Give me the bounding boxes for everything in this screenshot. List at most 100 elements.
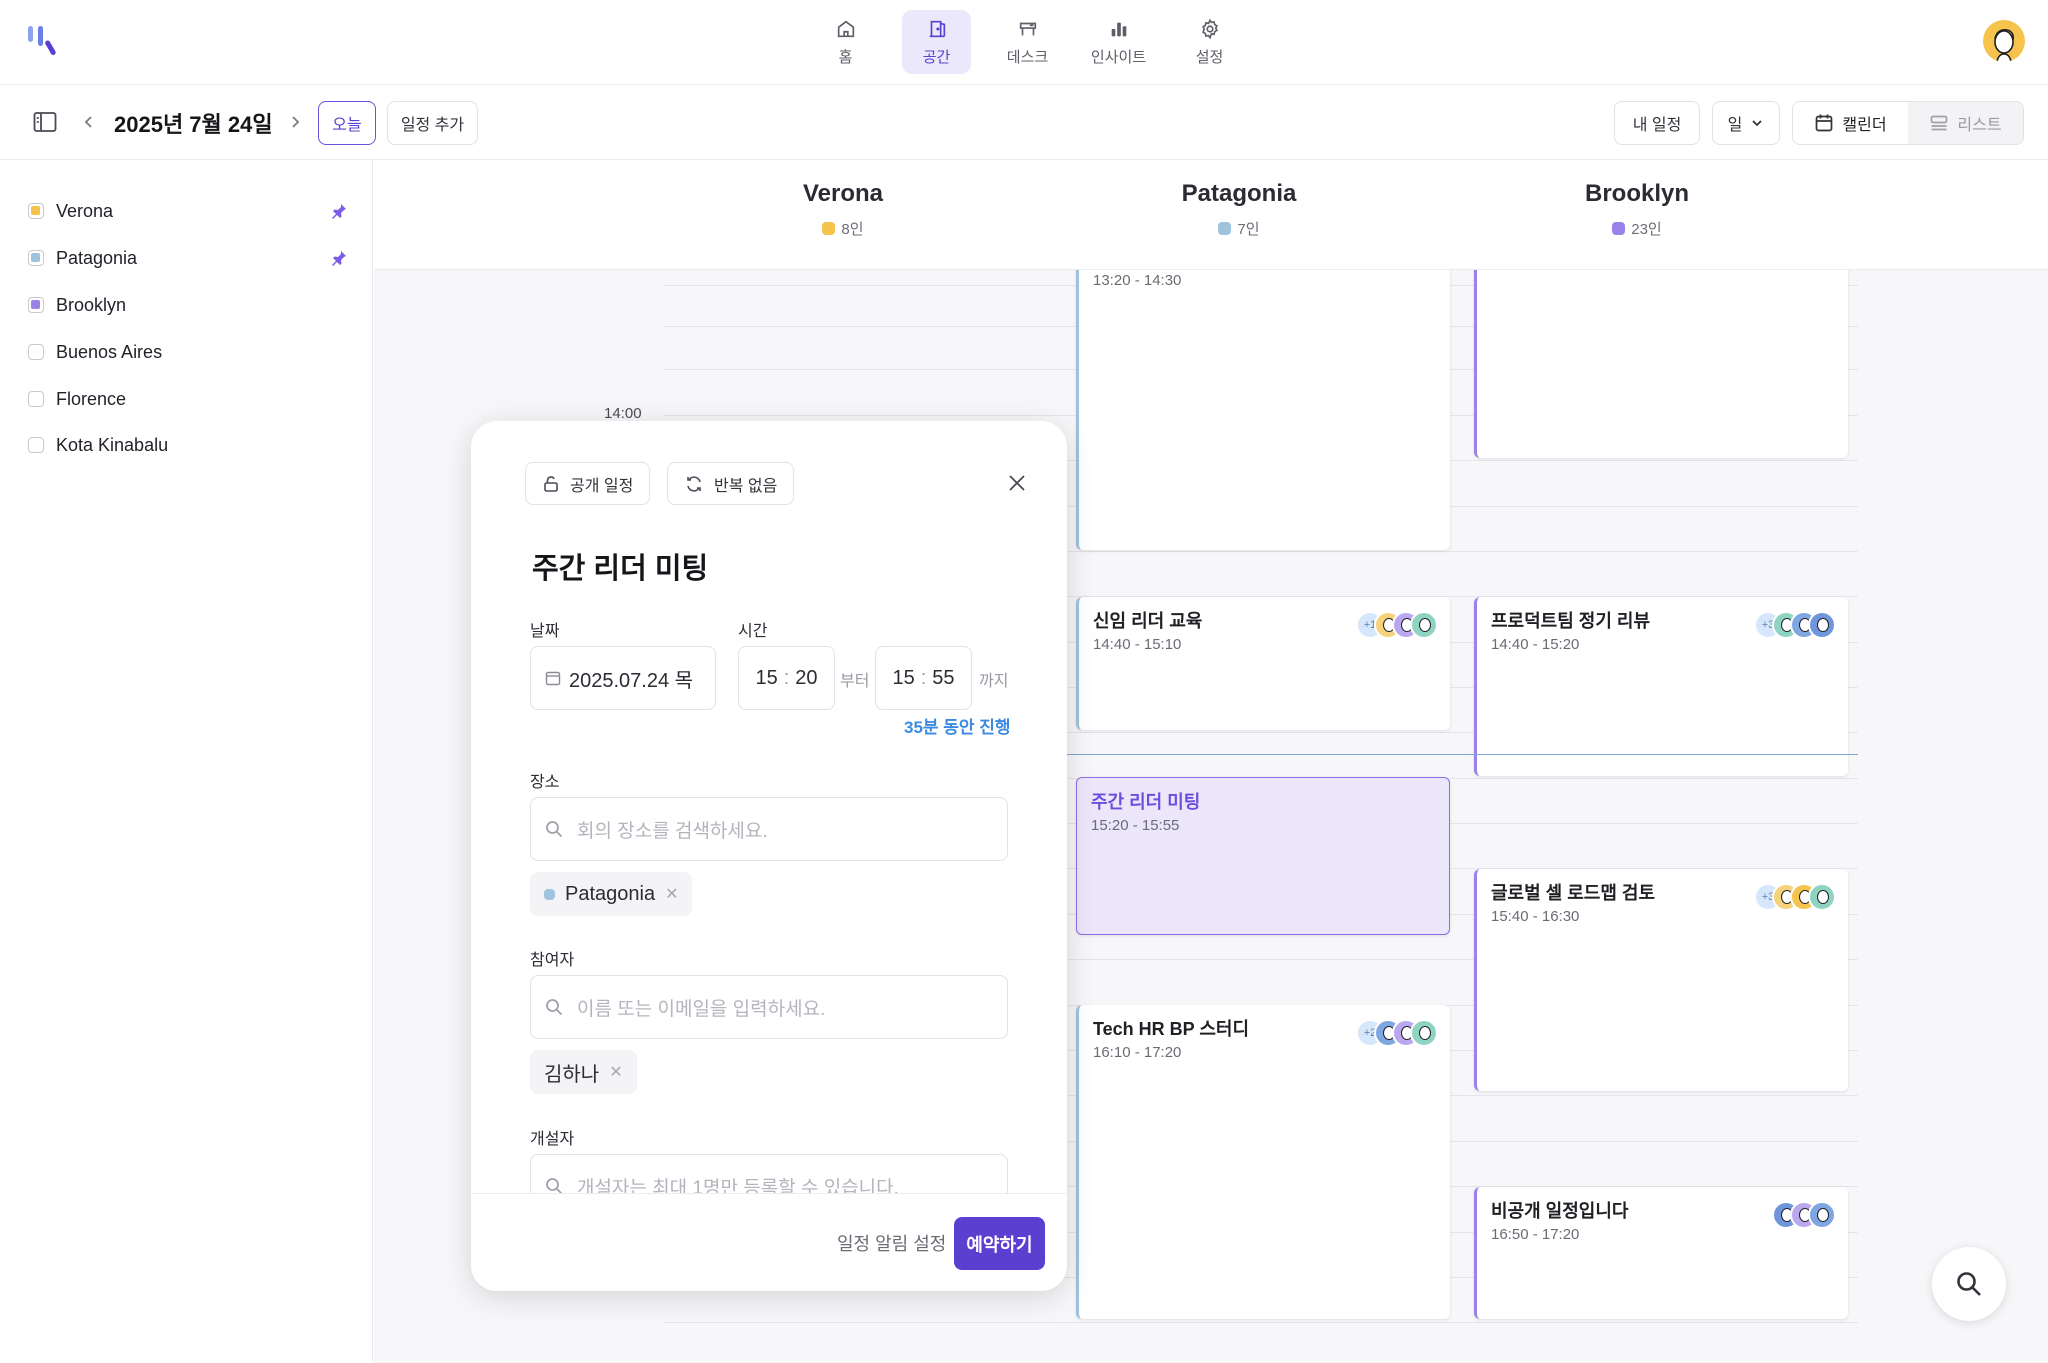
my-events-button[interactable]: 내 일정 <box>1614 101 1700 145</box>
sidebar-toggle-icon[interactable] <box>33 111 57 133</box>
space-item-patagonia[interactable]: Patagonia <box>28 245 348 271</box>
repeat-button[interactable]: 반복 없음 <box>667 462 795 505</box>
start-time-field[interactable]: 15:20 <box>738 646 835 710</box>
event-card[interactable]: 13:20 - 14:30 <box>1076 258 1450 550</box>
today-button[interactable]: 오늘 <box>318 101 376 145</box>
calendar-icon <box>1816 114 1833 132</box>
desk-icon <box>1019 22 1036 35</box>
capacity-count: 23인 <box>1631 221 1662 238</box>
space-name: Buenos Aires <box>56 341 163 362</box>
user-avatar[interactable] <box>1983 20 2025 62</box>
from-label: 부터 <box>840 673 870 690</box>
list-view-button[interactable]: 리스트 <box>1908 102 2023 144</box>
nav-tab-home[interactable]: 홈 <box>811 10 880 74</box>
participant-tag-label: 김하나 <box>544 1063 600 1086</box>
space-item-verona[interactable]: Verona <box>28 198 348 224</box>
view-unit-select[interactable]: 일 <box>1712 101 1780 145</box>
reserve-button[interactable]: 예약하기 <box>954 1217 1045 1270</box>
event-card[interactable]: 신임 리더 교육 14:40 - 15:10 +1 <box>1076 597 1450 730</box>
end-minute[interactable]: 55 <box>932 667 954 690</box>
space-item-kota-kinabalu[interactable]: Kota Kinabalu <box>28 432 348 458</box>
add-event-button[interactable]: 일정 추가 <box>387 101 478 145</box>
participant-avatars: +1 <box>1356 611 1438 639</box>
space-item-brooklyn[interactable]: Brooklyn <box>28 292 348 318</box>
search-icon <box>546 821 563 838</box>
participant-avatar <box>1410 1019 1438 1047</box>
search-button[interactable] <box>1932 1247 2006 1321</box>
nav-tab-insight[interactable]: 인사이트 <box>1084 10 1153 74</box>
event-card[interactable]: 프로덕트팀 정기 리뷰 14:40 - 15:20 +3 <box>1474 597 1848 776</box>
event-title-heading[interactable]: 주간 리더 미팅 <box>532 545 708 587</box>
event-title: 주간 리더 미팅 <box>1091 792 1201 812</box>
space-name: Florence <box>56 388 127 409</box>
participant-avatars: +3 <box>1754 883 1836 911</box>
alert-settings-link[interactable]: 일정 알림 설정 <box>837 1230 946 1256</box>
space-item-florence[interactable]: Florence <box>28 386 348 412</box>
event-card[interactable] <box>1474 258 1848 458</box>
nav-tab-desk[interactable]: 데스크 <box>993 10 1062 74</box>
nav-tab-label: 홈 <box>838 48 853 66</box>
event-card[interactable]: 글로벌 셀 로드맵 검토 15:40 - 16:30 +3 <box>1474 869 1848 1091</box>
remove-tag-icon[interactable]: ✕ <box>609 1062 622 1082</box>
participant-avatars <box>1772 1201 1836 1229</box>
date-field[interactable]: 2025.07.24 목 <box>530 646 716 710</box>
pin-icon[interactable] <box>330 249 348 267</box>
remove-tag-icon[interactable]: ✕ <box>665 884 678 904</box>
start-hour[interactable]: 15 <box>755 667 777 690</box>
column-name: Verona <box>802 180 884 207</box>
space-color-dot <box>822 222 836 235</box>
participant-avatars: +2 <box>1356 1019 1438 1047</box>
calendar-icon <box>545 671 561 686</box>
space-checkbox[interactable] <box>28 437 44 453</box>
participants-search-field[interactable]: 이름 또는 이메일을 입력하세요. <box>530 975 1008 1039</box>
nav-tab-label: 설정 <box>1195 48 1224 66</box>
space-name: Verona <box>56 200 114 221</box>
column-header-brooklyn[interactable]: Brooklyn 23인 <box>1487 180 1787 240</box>
app-logo[interactable] <box>26 24 60 58</box>
main-nav: 홈 공간 데스크 인사이트 설정 <box>811 10 1244 74</box>
space-color-dot <box>544 888 555 900</box>
participants-label: 참여자 <box>530 952 575 969</box>
column-header-patagonia[interactable]: Patagonia 7인 <box>1089 180 1389 240</box>
repeat-icon <box>687 475 701 492</box>
space-checkbox[interactable] <box>28 297 44 313</box>
chevron-down-icon <box>1752 120 1762 127</box>
pin-icon[interactable] <box>330 202 348 220</box>
location-search-field[interactable]: 회의 장소를 검색하세요. <box>530 797 1008 861</box>
participant-avatar <box>1808 883 1836 911</box>
event-card-selected[interactable]: 주간 리더 미팅 15:20 - 15:55 <box>1076 777 1450 935</box>
current-date: 2025년 7월 24일 <box>114 112 273 137</box>
space-checkbox[interactable] <box>28 344 44 360</box>
calendar-view-button[interactable]: 캘린더 <box>1793 102 1908 144</box>
chevron-left-icon[interactable] <box>80 113 98 131</box>
search-icon <box>546 999 563 1016</box>
space-item-buenos-aires[interactable]: Buenos Aires <box>28 339 348 365</box>
duration-text: 35분 동안 진행 <box>904 718 1011 737</box>
repeat-label: 반복 없음 <box>714 477 778 495</box>
end-hour[interactable]: 15 <box>892 667 914 690</box>
chevron-right-icon[interactable] <box>286 113 304 131</box>
column-name: Patagonia <box>1181 180 1297 207</box>
space-name: Brooklyn <box>56 294 127 315</box>
space-checkbox[interactable] <box>28 203 44 219</box>
column-header-verona[interactable]: Verona 8인 <box>693 180 993 240</box>
view-unit-value: 일 <box>1727 117 1743 134</box>
nav-tab-label: 데스크 <box>1006 48 1049 66</box>
participant-avatar <box>1410 611 1438 639</box>
event-card[interactable]: 비공개 일정입니다 16:50 - 17:20 <box>1474 1187 1848 1319</box>
close-icon[interactable] <box>1007 473 1027 493</box>
start-minute[interactable]: 20 <box>795 667 817 690</box>
event-time: 13:20 - 14:30 <box>1093 272 1182 289</box>
location-tag-label: Patagonia <box>565 882 656 905</box>
nav-tab-space[interactable]: 공간 <box>902 10 971 74</box>
space-checkbox[interactable] <box>28 391 44 407</box>
end-time-field[interactable]: 15:55 <box>875 646 972 710</box>
list-icon <box>1931 115 1948 131</box>
visibility-button[interactable]: 공개 일정 <box>525 462 651 505</box>
time-label: 시간 <box>738 623 768 640</box>
time-label-1400: 14:00 <box>604 405 642 422</box>
nav-tab-settings[interactable]: 설정 <box>1175 10 1244 74</box>
to-label: 까지 <box>979 673 1009 690</box>
event-card[interactable]: Tech HR BP 스터디 16:10 - 17:20 +2 <box>1076 1005 1450 1319</box>
space-checkbox[interactable] <box>28 250 44 266</box>
